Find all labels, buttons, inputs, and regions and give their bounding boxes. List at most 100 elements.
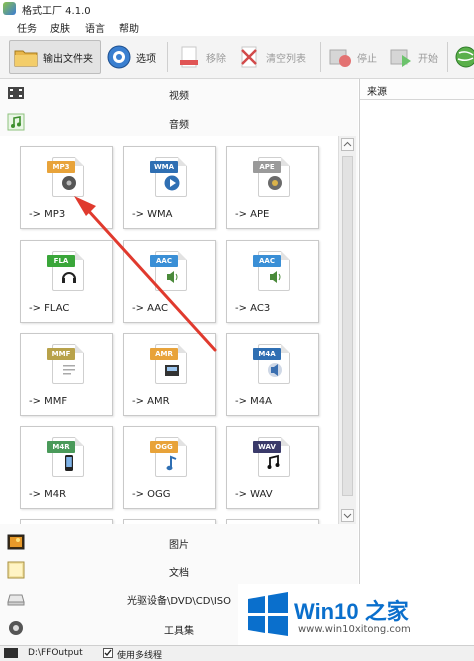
format-tile-label: -> OGG xyxy=(132,489,171,500)
multithread-checkbox[interactable] xyxy=(103,648,113,658)
format-badge: APE xyxy=(253,161,281,173)
format-tile-label: -> MP3 xyxy=(29,209,66,220)
format-badge: FLA xyxy=(47,255,75,267)
menu-task[interactable]: 任务 xyxy=(17,20,37,35)
toolbar-separator xyxy=(167,42,168,72)
category-audio-label: 音频 xyxy=(169,120,189,131)
source-column-label: 来源 xyxy=(367,87,387,98)
format-tile-label: -> APE xyxy=(235,209,270,220)
toolbar-separator xyxy=(320,42,321,72)
format-badge: MP3 xyxy=(47,161,75,173)
file-type-icon: APE xyxy=(253,157,290,197)
format-tile-label: -> FLAC xyxy=(29,303,70,314)
format-badge: AAC xyxy=(150,255,178,267)
output-path: D:\FFOutput xyxy=(28,648,83,658)
format-glyph-icon xyxy=(267,454,280,469)
watermark: Win10 之家 www.win10xitong.com xyxy=(238,584,474,645)
start-button[interactable]: 开始 xyxy=(388,40,438,74)
clear-list-button[interactable]: 清空列表 xyxy=(236,40,306,74)
format-badge: WAV xyxy=(253,441,281,453)
format-tile[interactable] xyxy=(226,519,319,524)
options-gear-icon xyxy=(107,45,131,69)
category-image-label: 图片 xyxy=(169,540,189,551)
format-badge: M4A xyxy=(253,348,281,360)
format-glyph-icon xyxy=(270,271,281,283)
stop-label: 停止 xyxy=(357,53,377,65)
category-document-label: 文档 xyxy=(169,568,189,579)
format-glyph-icon xyxy=(165,365,179,376)
scroll-up-arrow-icon[interactable] xyxy=(341,138,354,151)
output-folder-button[interactable]: 输出文件夹 xyxy=(9,40,101,74)
format-badge: OGG xyxy=(150,441,178,453)
format-tile[interactable]: AAC -> AAC xyxy=(123,240,216,323)
format-tile[interactable] xyxy=(20,519,113,524)
format-badge: AAC xyxy=(253,255,281,267)
format-tile-label: -> M4A xyxy=(235,396,272,407)
category-audio[interactable]: 音频 xyxy=(0,108,358,136)
format-glyph-icon xyxy=(62,176,76,190)
menu-skin[interactable]: 皮肤 xyxy=(50,20,70,35)
format-tile[interactable]: FLA -> FLAC xyxy=(20,240,113,323)
format-tile[interactable]: MMF -> MMF xyxy=(20,333,113,416)
format-glyph-icon xyxy=(167,271,178,283)
scroll-thumb[interactable] xyxy=(342,156,353,496)
format-glyph-icon xyxy=(65,455,73,471)
watermark-url: www.win10xitong.com xyxy=(298,624,411,635)
format-tile[interactable]: AMR -> AMR xyxy=(123,333,216,416)
toolbar: 输出文件夹 选项 移除 清空列表 停止 开始 xyxy=(0,36,474,79)
windows-logo-icon xyxy=(248,592,288,636)
format-tile-label: -> MMF xyxy=(29,396,68,407)
file-type-icon: M4A xyxy=(253,344,290,384)
file-type-icon: M4R xyxy=(47,437,84,477)
format-tile[interactable] xyxy=(123,519,216,524)
title-bar: 格式工厂 4.1.0 xyxy=(0,0,474,17)
file-type-icon: MP3 xyxy=(47,157,84,197)
scroll-down-arrow-icon[interactable] xyxy=(341,509,354,522)
format-glyph-icon xyxy=(268,363,282,377)
menu-language[interactable]: 语言 xyxy=(85,20,105,35)
format-tile[interactable]: MP3 -> MP3 xyxy=(20,146,113,229)
format-tile[interactable]: OGG -> OGG xyxy=(123,426,216,509)
format-tile[interactable]: WMA -> WMA xyxy=(123,146,216,229)
file-type-icon: AAC xyxy=(150,251,187,291)
format-glyph-icon xyxy=(62,272,76,283)
toolbar-separator xyxy=(447,42,448,72)
source-column-header[interactable]: 来源 xyxy=(360,79,474,100)
stop-button[interactable]: 停止 xyxy=(327,40,377,74)
format-glyph-icon xyxy=(63,365,75,375)
clear-list-label: 清空列表 xyxy=(266,53,306,65)
format-tile-label: -> WMA xyxy=(132,209,173,220)
format-tile-label: -> AMR xyxy=(132,396,170,407)
category-video-label: 视频 xyxy=(169,91,189,102)
format-glyph-icon xyxy=(268,176,282,190)
clear-list-icon xyxy=(241,46,257,68)
category-image[interactable]: 图片 xyxy=(0,528,358,556)
start-label: 开始 xyxy=(418,53,438,65)
format-tile[interactable]: APE -> APE xyxy=(226,146,319,229)
watermark-title: Win10 之家 xyxy=(294,599,409,624)
format-tile[interactable]: M4R -> M4R xyxy=(20,426,113,509)
remove-icon xyxy=(180,46,198,68)
file-type-icon: WAV xyxy=(253,437,290,477)
category-video[interactable]: 视频 xyxy=(0,79,358,107)
grid-scrollbar[interactable] xyxy=(338,136,356,524)
format-tile[interactable]: M4A -> M4A xyxy=(226,333,319,416)
format-tile[interactable]: AAC -> AC3 xyxy=(226,240,319,323)
format-badge: WMA xyxy=(150,161,178,173)
remove-button[interactable]: 移除 xyxy=(176,40,226,74)
task-list-panel: 来源 xyxy=(359,79,474,645)
format-tile-label: -> WAV xyxy=(235,489,273,500)
format-glyph-icon xyxy=(166,455,177,471)
globe-icon[interactable] xyxy=(453,45,474,69)
options-button[interactable]: 选项 xyxy=(106,40,156,74)
output-folder-label: 输出文件夹 xyxy=(43,53,93,65)
format-tile[interactable]: WAV -> WAV xyxy=(226,426,319,509)
file-type-icon: OGG xyxy=(150,437,187,477)
format-glyph-icon xyxy=(164,175,180,191)
output-folder-icon[interactable] xyxy=(4,648,18,658)
category-document[interactable]: 文档 xyxy=(0,556,358,584)
format-badge: AMR xyxy=(150,348,178,360)
options-label: 选项 xyxy=(136,53,156,65)
menu-help[interactable]: 帮助 xyxy=(119,20,139,35)
folder-icon xyxy=(14,50,38,67)
